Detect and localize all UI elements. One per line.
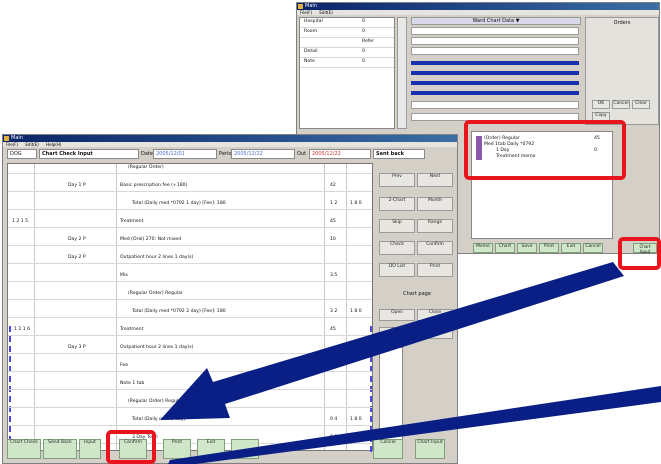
confirm-side-button[interactable]: Confirm	[417, 241, 453, 255]
date-field-3[interactable]: 2005/12/22	[309, 149, 371, 159]
highlight-confirm-button	[106, 430, 156, 464]
front-window-menubar: File(F) Edit(E) Help(H)	[3, 142, 457, 147]
tab-field[interactable]: DOG	[7, 149, 37, 159]
tree-value: Refer	[362, 39, 375, 44]
back-right-label: Orders	[613, 20, 631, 26]
tree-value: 0	[362, 29, 365, 34]
table-row[interactable]: Fee 0.5	[8, 362, 372, 372]
front-window-title: Main	[11, 135, 23, 141]
tree-value: 0	[362, 19, 365, 24]
print-side-button[interactable]: Print	[417, 263, 453, 277]
back-window-titlebar: Main	[297, 3, 659, 10]
table-row[interactable]: Day 2 P Outpatient hour 2 lines 1 day(s)	[8, 254, 372, 264]
date-label-1: Date	[141, 151, 153, 157]
chart-input-button[interactable]: Chart Input	[415, 439, 445, 459]
table-row[interactable]: Total (Daily med 2 day) 0 41 8 0	[8, 416, 372, 426]
print-button[interactable]: Print	[163, 439, 191, 459]
front-window: Main File(F) Edit(E) Help(H) DOG Chart C…	[2, 134, 458, 464]
month-button[interactable]: Month	[417, 197, 453, 211]
back-blue-band	[411, 81, 579, 85]
table-row[interactable]: (Regular Order) Regular	[8, 290, 372, 300]
tree-label: Note	[304, 59, 315, 64]
table-row[interactable]: Note 1 tab	[8, 380, 372, 390]
table-row[interactable]: Total (Daily med *0792 1 day) [Fee]: 180…	[8, 200, 372, 210]
cancel-button[interactable]: Cancel	[373, 439, 403, 459]
back-blue-band	[411, 71, 579, 75]
back-cancel-bottom-button[interactable]: Cancel	[583, 243, 603, 253]
back-window-menubar: File(F) Edit(E)	[297, 10, 659, 15]
back-right-panel: Orders OK Cancel Clear Copy	[585, 17, 659, 125]
table-row[interactable]: (Regular Order)	[8, 164, 372, 174]
back-grid-row	[411, 37, 579, 45]
table-row[interactable]: Mix 3.5	[8, 272, 372, 282]
highlight-chart-input-button	[618, 237, 661, 270]
table-row[interactable]: (Regular Order) Regular	[8, 398, 372, 408]
tree-label: Detail	[304, 49, 318, 54]
back-grid-row	[411, 27, 579, 35]
back-header-bar: Ward Chart Data ▼	[411, 17, 581, 25]
back-print-button[interactable]: Print	[539, 243, 559, 253]
chart-check-button[interactable]: Chart Check	[7, 439, 41, 459]
tree-value: 0	[362, 59, 365, 64]
back-grid-row	[411, 101, 579, 109]
blank-button[interactable]	[231, 439, 259, 459]
back-grid	[411, 27, 581, 127]
check-button[interactable]: Check	[379, 241, 415, 255]
back-blue-band	[411, 91, 579, 95]
chart-side-button[interactable]: Chart	[379, 327, 415, 339]
front-main-grid: (Regular Order) Day 1 P Basic prescriptio…	[7, 163, 373, 452]
tree-value: 0	[362, 49, 365, 54]
back-ok-button[interactable]: OK	[592, 100, 610, 109]
back-header-label: Ward Chart Data ▼	[472, 18, 520, 24]
table-row[interactable]: Day 1 P Basic prescription fee (+180) 42	[8, 182, 372, 192]
tree-label: Room	[304, 29, 318, 34]
back-window-title: Main	[305, 3, 317, 9]
menu-edit[interactable]: Edit(E)	[25, 142, 38, 147]
table-row[interactable]: 1 2 1 6 Treatment 45	[8, 326, 372, 336]
app-icon	[298, 4, 303, 9]
memo-side-button[interactable]: Memo	[417, 327, 453, 339]
back-cancel-button[interactable]: Cancel	[612, 100, 630, 109]
tree-label: Hospital	[304, 19, 323, 24]
table-row[interactable]: 1 2 1 5 Treatment 45	[8, 218, 372, 228]
back-memo-button[interactable]: Memo	[473, 243, 493, 253]
input-button[interactable]: Input	[79, 439, 101, 459]
two-chart-button[interactable]: 2-Chart	[379, 197, 415, 211]
close-button[interactable]: Close	[417, 309, 453, 321]
date-field-1[interactable]: 2005/12/01	[153, 149, 217, 159]
range-button[interactable]: Range	[417, 219, 453, 233]
back-tree-panel: Hospital 0 Room 0 Refer Detail 0 Note 0	[299, 17, 395, 129]
highlight-order-list	[464, 120, 626, 180]
status-field: Sent back	[373, 149, 425, 159]
exit-button[interactable]: Exit	[197, 439, 225, 459]
front-window-titlebar: Main	[3, 135, 457, 142]
app-icon	[4, 136, 9, 141]
menu-file[interactable]: File(F)	[6, 142, 18, 147]
back-grid-row	[411, 47, 579, 55]
next-button[interactable]: Next	[417, 173, 453, 187]
date-label-3: Out	[297, 151, 307, 157]
back-save-button[interactable]: Save	[517, 243, 537, 253]
prev-button[interactable]: Prev	[379, 173, 415, 187]
chart-page-label: Chart page	[403, 291, 431, 297]
back-chart-button[interactable]: Chart	[495, 243, 515, 253]
table-row[interactable]: Day 2 P Med (Oral) 270: Not mixed 10	[8, 236, 372, 246]
skip-button[interactable]: Skip	[379, 219, 415, 233]
front-side-list[interactable]	[379, 347, 403, 443]
menu-file[interactable]: File(F)	[300, 10, 312, 15]
mode-field[interactable]: Chart Check Input	[39, 149, 139, 159]
open-button[interactable]: Open	[379, 309, 415, 321]
front-right-panel: Prev Next 2-Chart Month Skip Range Check…	[377, 163, 457, 451]
menu-help[interactable]: Help(H)	[46, 142, 61, 147]
send-back-button[interactable]: Send Back	[43, 439, 77, 459]
back-clear-button[interactable]: Clear	[632, 100, 650, 109]
date-field-2[interactable]: 2005/12/22	[231, 149, 295, 159]
back-blue-band	[411, 61, 579, 65]
back-exit-button[interactable]: Exit	[561, 243, 581, 253]
menu-edit[interactable]: Edit(E)	[319, 10, 332, 15]
do-list-button[interactable]: DO List	[379, 263, 415, 277]
table-row[interactable]: Day 3 P Outpatient hour 2 lines 1 day(s)	[8, 344, 372, 354]
table-row[interactable]: Total (Daily med *0792 2 day) [Fee]: 180…	[8, 308, 372, 318]
back-scroll-panel[interactable]	[397, 17, 407, 129]
